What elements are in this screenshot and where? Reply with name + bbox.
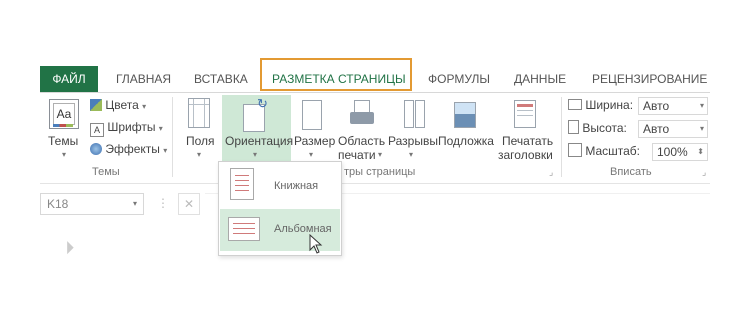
margins-icon bbox=[188, 98, 210, 128]
colors-button[interactable]: Цвета ▾ bbox=[90, 96, 146, 114]
width-icon bbox=[568, 99, 582, 110]
background-icon bbox=[454, 102, 476, 128]
tab-home[interactable]: ГЛАВНАЯ bbox=[116, 66, 171, 92]
portrait-icon bbox=[230, 168, 254, 200]
print-area-icon bbox=[350, 100, 374, 128]
chevron-down-icon: ▾ bbox=[197, 150, 202, 159]
size-icon bbox=[302, 100, 322, 130]
chevron-down-icon: ▾ bbox=[378, 150, 383, 159]
effects-button[interactable]: Эффекты ▾ bbox=[90, 140, 167, 158]
menu-item-label: Книжная bbox=[274, 180, 319, 192]
print-area-label-1[interactable]: Область bbox=[338, 134, 385, 148]
tab-page-layout[interactable]: РАЗМЕТКА СТРАНИЦЫ bbox=[272, 66, 406, 92]
ribbon-bottom-border bbox=[40, 183, 710, 184]
fonts-icon: A bbox=[90, 123, 104, 137]
chevron-down-icon: ▾ bbox=[62, 150, 67, 159]
orientation-label: Ориентация bbox=[225, 134, 294, 148]
chevron-down-icon: ▾ bbox=[253, 150, 258, 159]
print-area-label-2: печати bbox=[338, 148, 376, 162]
scale-spinner[interactable]: 100% ⬍ bbox=[652, 143, 708, 161]
menu-item-portrait[interactable]: Книжная bbox=[220, 164, 340, 206]
height-icon bbox=[568, 120, 579, 134]
print-titles-label-1[interactable]: Печатать bbox=[502, 134, 553, 148]
group-divider bbox=[172, 97, 173, 177]
chevron-down-icon: ▾ bbox=[409, 150, 414, 159]
themes-label: Темы bbox=[48, 134, 79, 148]
background-label[interactable]: Подложка bbox=[438, 134, 494, 148]
height-select[interactable]: Авто ▾ bbox=[638, 120, 708, 138]
fonts-button[interactable]: A Шрифты ▾ bbox=[90, 118, 163, 137]
effects-icon bbox=[90, 143, 102, 155]
name-box[interactable]: K18 ▾ bbox=[40, 193, 144, 215]
tab-file[interactable]: ФАЙЛ bbox=[40, 66, 98, 92]
size-label[interactable]: Размер bbox=[294, 134, 335, 148]
breaks-icon bbox=[402, 100, 426, 130]
landscape-icon bbox=[228, 217, 260, 241]
print-titles-icon bbox=[514, 100, 536, 128]
cancel-icon[interactable]: ✕ bbox=[178, 193, 200, 215]
grip-icon: ⋮ bbox=[157, 196, 169, 210]
scale-icon bbox=[568, 143, 582, 157]
tab-review[interactable]: РЕЦЕНЗИРОВАНИЕ bbox=[592, 66, 707, 92]
margins-label: Поля bbox=[186, 134, 215, 148]
width-select[interactable]: Авто ▾ bbox=[638, 97, 708, 115]
scale-group-label: Вписать bbox=[610, 166, 652, 178]
themes-group-label: Темы bbox=[92, 166, 120, 178]
themes-button[interactable]: Aa bbox=[47, 97, 81, 131]
chevron-down-icon: ▾ bbox=[309, 150, 314, 159]
page-setup-group-label: тры страницы bbox=[344, 166, 416, 178]
tab-insert[interactable]: ВСТАВКА bbox=[194, 66, 248, 92]
tab-formulas[interactable]: ФОРМУЛЫ bbox=[428, 66, 490, 92]
colors-icon bbox=[90, 99, 102, 111]
width-row: Ширина: bbox=[568, 96, 633, 114]
tab-data[interactable]: ДАННЫЕ bbox=[514, 66, 566, 92]
print-titles-label-2: заголовки bbox=[498, 148, 553, 162]
scale-row: Масштаб: bbox=[568, 142, 640, 160]
group-divider bbox=[561, 97, 562, 177]
breaks-label[interactable]: Разрывы bbox=[388, 134, 438, 148]
dialog-launcher-icon[interactable]: ⌟ bbox=[702, 167, 706, 178]
themes-icon: Aa bbox=[49, 99, 79, 129]
dialog-launcher-icon[interactable]: ⌟ bbox=[549, 167, 553, 178]
height-row: Высота: bbox=[568, 119, 627, 137]
select-all-icon[interactable]: ◢ bbox=[58, 239, 74, 255]
rotate-arrow-icon: ↻ bbox=[257, 96, 268, 111]
orientation-menu: Книжная Альбомная bbox=[218, 161, 342, 256]
cursor-icon bbox=[309, 234, 323, 254]
ribbon-top-border bbox=[40, 92, 710, 93]
